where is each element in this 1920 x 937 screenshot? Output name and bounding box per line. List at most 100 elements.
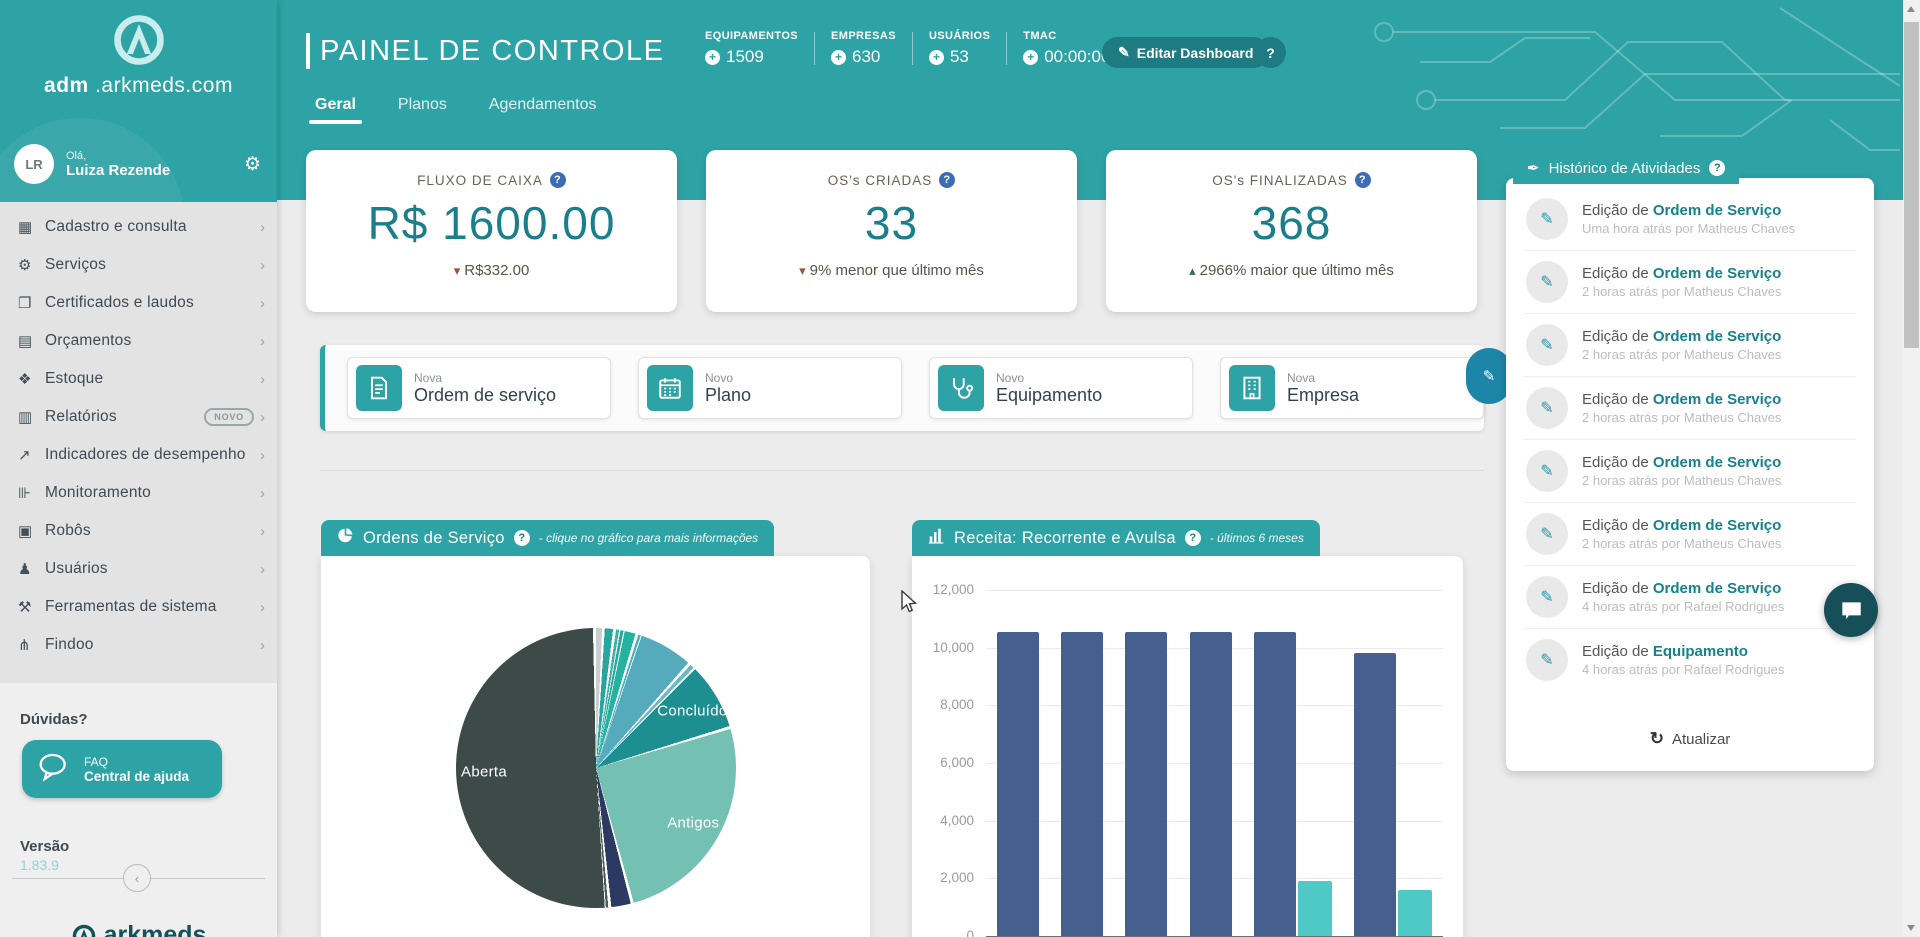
- kpi-delta: ▾R$332.00: [306, 262, 677, 279]
- sidebar-item-label: Cadastro e consulta: [45, 218, 260, 236]
- action-nova-ordem-de-servico[interactable]: Nova Ordem de serviço: [347, 357, 611, 419]
- sidebar-footer-brand: arkmeds: [0, 921, 277, 937]
- sidebar-header: adm .arkmeds.com LR Olá, Luiza Rezende ⚙: [0, 0, 277, 202]
- scrollbar-down-arrow[interactable]: [1907, 925, 1915, 931]
- bar-avulsa[interactable]: [1398, 890, 1432, 936]
- table-icon: ▦: [18, 218, 45, 236]
- sidebar-item-certificados-e-laudos[interactable]: ❐ Certificados e laudos ›: [0, 284, 277, 322]
- sidebar-item-servicos[interactable]: ⚙ Serviços ›: [0, 246, 277, 284]
- action-novo-plano[interactable]: Novo Plano: [638, 357, 902, 419]
- bar-avulsa[interactable]: [1298, 881, 1332, 936]
- sidebar-item-robos[interactable]: ▣ Robôs ›: [0, 512, 277, 550]
- activity-help-icon[interactable]: ?: [1709, 160, 1725, 176]
- activity-action: Edição de: [1582, 202, 1649, 219]
- tab-planos[interactable]: Planos: [398, 96, 447, 124]
- y-axis-tick-label: 12,000: [912, 582, 974, 597]
- pencil-icon: ✎: [1540, 209, 1553, 229]
- sidebar-item-findoo[interactable]: ⋔ Findoo ›: [0, 626, 277, 664]
- sidebar-item-relatorios[interactable]: ▥ Relatórios NOVO›: [0, 398, 277, 436]
- stat-value: 630: [852, 47, 880, 67]
- plus-circle-icon: +: [1023, 50, 1038, 65]
- action-novo-equipamento[interactable]: Novo Equipamento: [929, 357, 1193, 419]
- activity-item[interactable]: ✎ Edição de Ordem de Serviço 4 horas atr…: [1506, 566, 1874, 628]
- refresh-button[interactable]: ↻ Atualizar: [1506, 729, 1874, 749]
- bar-recorrente[interactable]: [1254, 632, 1296, 936]
- stat-label: TMAC: [1023, 30, 1110, 42]
- y-axis-tick-label: 10,000: [912, 640, 974, 655]
- activity-item[interactable]: ✎ Edição de Ordem de Serviço 2 horas atr…: [1506, 377, 1874, 439]
- chat-bubble-icon: [1838, 597, 1864, 623]
- stat-value: 53: [950, 47, 969, 67]
- bar-group: [1190, 632, 1232, 936]
- novo-badge: NOVO: [204, 408, 254, 426]
- faq-button-text: FAQ Central de ajuda: [84, 755, 189, 784]
- y-axis-tick-label: 8,000: [912, 697, 974, 712]
- stat-label: EQUIPAMENTOS: [705, 30, 798, 42]
- activity-item[interactable]: ✎ Edição de Ordem de Serviço 2 horas atr…: [1506, 251, 1874, 313]
- page-scrollbar[interactable]: [1903, 0, 1920, 937]
- tab-geral[interactable]: Geral: [315, 96, 356, 124]
- activity-item[interactable]: ✎ Edição de Ordem de Serviço 2 horas atr…: [1506, 314, 1874, 376]
- activity-action: Edição de: [1582, 265, 1649, 282]
- sidebar-item-cadastro-e-consulta[interactable]: ▦ Cadastro e consulta ›: [0, 208, 277, 246]
- action-prefix: Novo: [705, 371, 751, 385]
- activity-item[interactable]: ✎ Edição de Ordem de Serviço 2 horas atr…: [1506, 503, 1874, 565]
- fountain-pen-icon: ✒: [1527, 159, 1540, 177]
- sidebar: adm .arkmeds.com LR Olá, Luiza Rezende ⚙…: [0, 0, 277, 937]
- header-stats: EQUIPAMENTOS + 1509 EMPRESAS + 630 USUÁR…: [689, 30, 1126, 67]
- bar-recorrente[interactable]: [997, 632, 1039, 936]
- bar-chart-icon: ▥: [18, 408, 45, 426]
- chat-button[interactable]: [1824, 583, 1878, 637]
- question-help-icon[interactable]: ?: [550, 172, 566, 188]
- sidebar-item-label: Estoque: [45, 370, 260, 388]
- avatar: LR: [14, 144, 54, 184]
- sidebar-collapse-button[interactable]: ‹: [123, 864, 151, 892]
- activity-item[interactable]: ✎ Edição de Ordem de Serviço 2 horas atr…: [1506, 440, 1874, 502]
- edit-dashboard-button[interactable]: ✎ Editar Dashboard: [1102, 37, 1269, 68]
- bar-chart-help-icon[interactable]: ?: [1185, 530, 1201, 546]
- activity-action: Edição de: [1582, 328, 1649, 345]
- bar-chart-title: Receita: Recorrente e Avulsa: [954, 529, 1176, 548]
- pie-chart-help-icon[interactable]: ?: [514, 530, 530, 546]
- activity-item[interactable]: ✎ Edição de Ordem de Serviço Uma hora at…: [1506, 188, 1874, 250]
- chevron-right-icon: ›: [260, 333, 265, 350]
- activity-item[interactable]: ✎ Edição de Equipamento 4 horas atrás po…: [1506, 629, 1874, 691]
- chevron-right-icon: ›: [260, 637, 265, 654]
- action-nova-empresa[interactable]: Nova Empresa: [1220, 357, 1484, 419]
- trend-triangle-icon: ▾: [799, 263, 806, 278]
- scrollbar-up-arrow[interactable]: [1907, 6, 1915, 12]
- bar-recorrente[interactable]: [1061, 632, 1103, 936]
- activity-meta: 4 horas atrás por Rafael Rodrigues: [1582, 662, 1784, 677]
- sidebar-item-label: Orçamentos: [45, 332, 260, 350]
- trend-triangle-icon: ▴: [1189, 263, 1196, 278]
- action-label: Plano: [705, 385, 751, 406]
- header-help-button[interactable]: ?: [1255, 37, 1286, 68]
- activity-target: Ordem de Serviço: [1653, 265, 1781, 282]
- scrollbar-thumb[interactable]: [1904, 22, 1919, 348]
- orders-pie-chart[interactable]: ConcluídoAntigosAberta: [456, 628, 736, 908]
- sidebar-item-ferramentas-de-sistema[interactable]: ⚒ Ferramentas de sistema ›: [0, 588, 277, 626]
- sidebar-item-orcamentos[interactable]: ▤ Orçamentos ›: [0, 322, 277, 360]
- bar-recorrente[interactable]: [1354, 653, 1396, 936]
- faq-button[interactable]: FAQ Central de ajuda: [22, 740, 222, 798]
- kpi-title: OS's CRIADAS: [828, 173, 933, 188]
- bar-recorrente[interactable]: [1125, 632, 1167, 936]
- tab-agendamentos[interactable]: Agendamentos: [489, 96, 597, 124]
- activity-action: Edição de: [1582, 580, 1649, 597]
- question-help-icon[interactable]: ?: [1355, 172, 1371, 188]
- bar-chart-icon: [928, 527, 945, 549]
- sidebar-item-usuarios[interactable]: ♟ Usuários ›: [0, 550, 277, 588]
- chevron-right-icon: ›: [260, 485, 265, 502]
- sidebar-item-monitoramento[interactable]: ⊪ Monitoramento ›: [0, 474, 277, 512]
- activity-meta: 2 horas atrás por Matheus Chaves: [1582, 536, 1781, 551]
- sidebar-item-estoque[interactable]: ❖ Estoque ›: [0, 360, 277, 398]
- gear-icon[interactable]: ⚙: [244, 153, 261, 176]
- pencil-icon: ✎: [1118, 44, 1130, 61]
- title-accent-bar: [306, 33, 310, 69]
- sidebar-item-label: Relatórios: [45, 408, 196, 426]
- sidebar-item-label: Robôs: [45, 522, 260, 540]
- bar-recorrente[interactable]: [1190, 632, 1232, 936]
- activity-target: Ordem de Serviço: [1653, 454, 1781, 471]
- sidebar-item-indicadores-de-desempenho[interactable]: ↗ Indicadores de desempenho ›: [0, 436, 277, 474]
- question-help-icon[interactable]: ?: [939, 172, 955, 188]
